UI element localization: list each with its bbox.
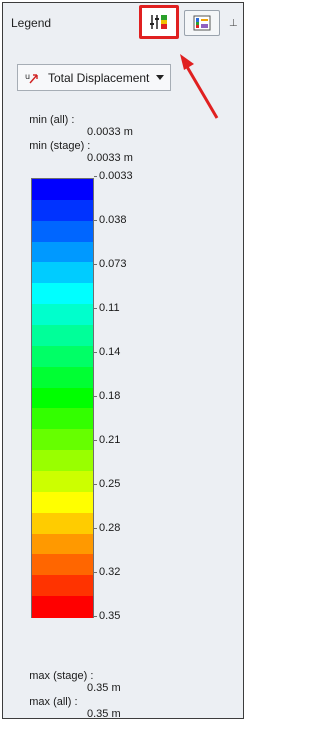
- result-type-dropdown[interactable]: u Total Displacement: [17, 64, 171, 91]
- scale-tick-mark: [94, 484, 97, 485]
- scale-tick-label: 0.32: [99, 566, 121, 578]
- color-step: [32, 241, 93, 264]
- color-step: [32, 345, 93, 368]
- scale-tick-label: 0.14: [99, 346, 121, 358]
- legend-settings-button[interactable]: [139, 5, 179, 39]
- max-all-label: max (all) :: [29, 696, 78, 708]
- color-step: [32, 512, 93, 535]
- legend-panel: Legend ⊥ u Total Displacement min (all) …: [2, 2, 244, 720]
- color-step: [32, 575, 93, 598]
- color-step: [32, 366, 93, 389]
- scale-tick-label: 0.25: [99, 478, 121, 490]
- color-step: [32, 304, 93, 326]
- scale-tick-label: 0.28: [99, 522, 121, 534]
- scale-tick-label: 0.0033: [99, 170, 133, 182]
- scale-tick-mark: [94, 572, 97, 573]
- color-step: [32, 179, 93, 201]
- color-step: [32, 471, 93, 493]
- scale-tick-mark: [94, 176, 97, 177]
- dropdown-selected-label: Total Displacement: [48, 71, 150, 85]
- scale-tick-label: 0.11: [99, 302, 120, 314]
- displacement-icon: u: [25, 72, 38, 84]
- legend-settings-icon: [150, 15, 167, 29]
- max-all-row: max (all) : 0.35 m: [17, 684, 120, 732]
- color-step: [32, 262, 93, 285]
- scale-tick-mark: [94, 220, 97, 221]
- legend-image-button[interactable]: [184, 10, 220, 36]
- color-scale-bar: [31, 178, 94, 618]
- scale-tick-mark: [94, 616, 97, 617]
- color-step: [32, 554, 93, 577]
- scale-tick-mark: [94, 528, 97, 529]
- chevron-down-icon: [156, 75, 164, 80]
- color-step: [32, 533, 93, 556]
- max-stage-value: 0.35 m: [87, 682, 121, 694]
- scale-tick-label: 0.18: [99, 390, 121, 402]
- color-step: [32, 199, 93, 222]
- pin-icon[interactable]: ⊥: [229, 18, 238, 29]
- scale-tick-label: 0.073: [99, 258, 127, 270]
- min-stage-value: 0.0033 m: [87, 152, 133, 164]
- color-step: [32, 596, 93, 618]
- color-step: [32, 283, 93, 306]
- min-stage-label: min (stage) :: [29, 140, 91, 152]
- color-step: [32, 325, 93, 347]
- color-step: [32, 450, 93, 472]
- scale-tick-mark: [94, 396, 97, 397]
- scale-tick-mark: [94, 308, 97, 309]
- color-step: [32, 491, 93, 514]
- scale-tick-label: 0.35: [99, 610, 121, 622]
- scale-tick-label: 0.038: [99, 214, 127, 226]
- min-all-value: 0.0033 m: [87, 126, 133, 138]
- min-stage-row: min (stage) : 0.0033 m: [17, 128, 133, 176]
- color-step: [32, 387, 93, 410]
- svg-text:u: u: [25, 72, 30, 81]
- scale-tick-mark: [94, 440, 97, 441]
- legend-image-icon: [193, 15, 211, 31]
- max-stage-label: max (stage) :: [29, 670, 94, 682]
- max-all-value: 0.35 m: [87, 708, 121, 720]
- scale-tick-label: 0.21: [99, 434, 121, 446]
- min-all-label: min (all) :: [29, 114, 75, 126]
- color-step: [32, 220, 93, 243]
- panel-title: Legend: [11, 16, 52, 30]
- color-step: [32, 408, 93, 431]
- scale-tick-mark: [94, 264, 97, 265]
- color-step: [32, 429, 93, 452]
- scale-tick-mark: [94, 352, 97, 353]
